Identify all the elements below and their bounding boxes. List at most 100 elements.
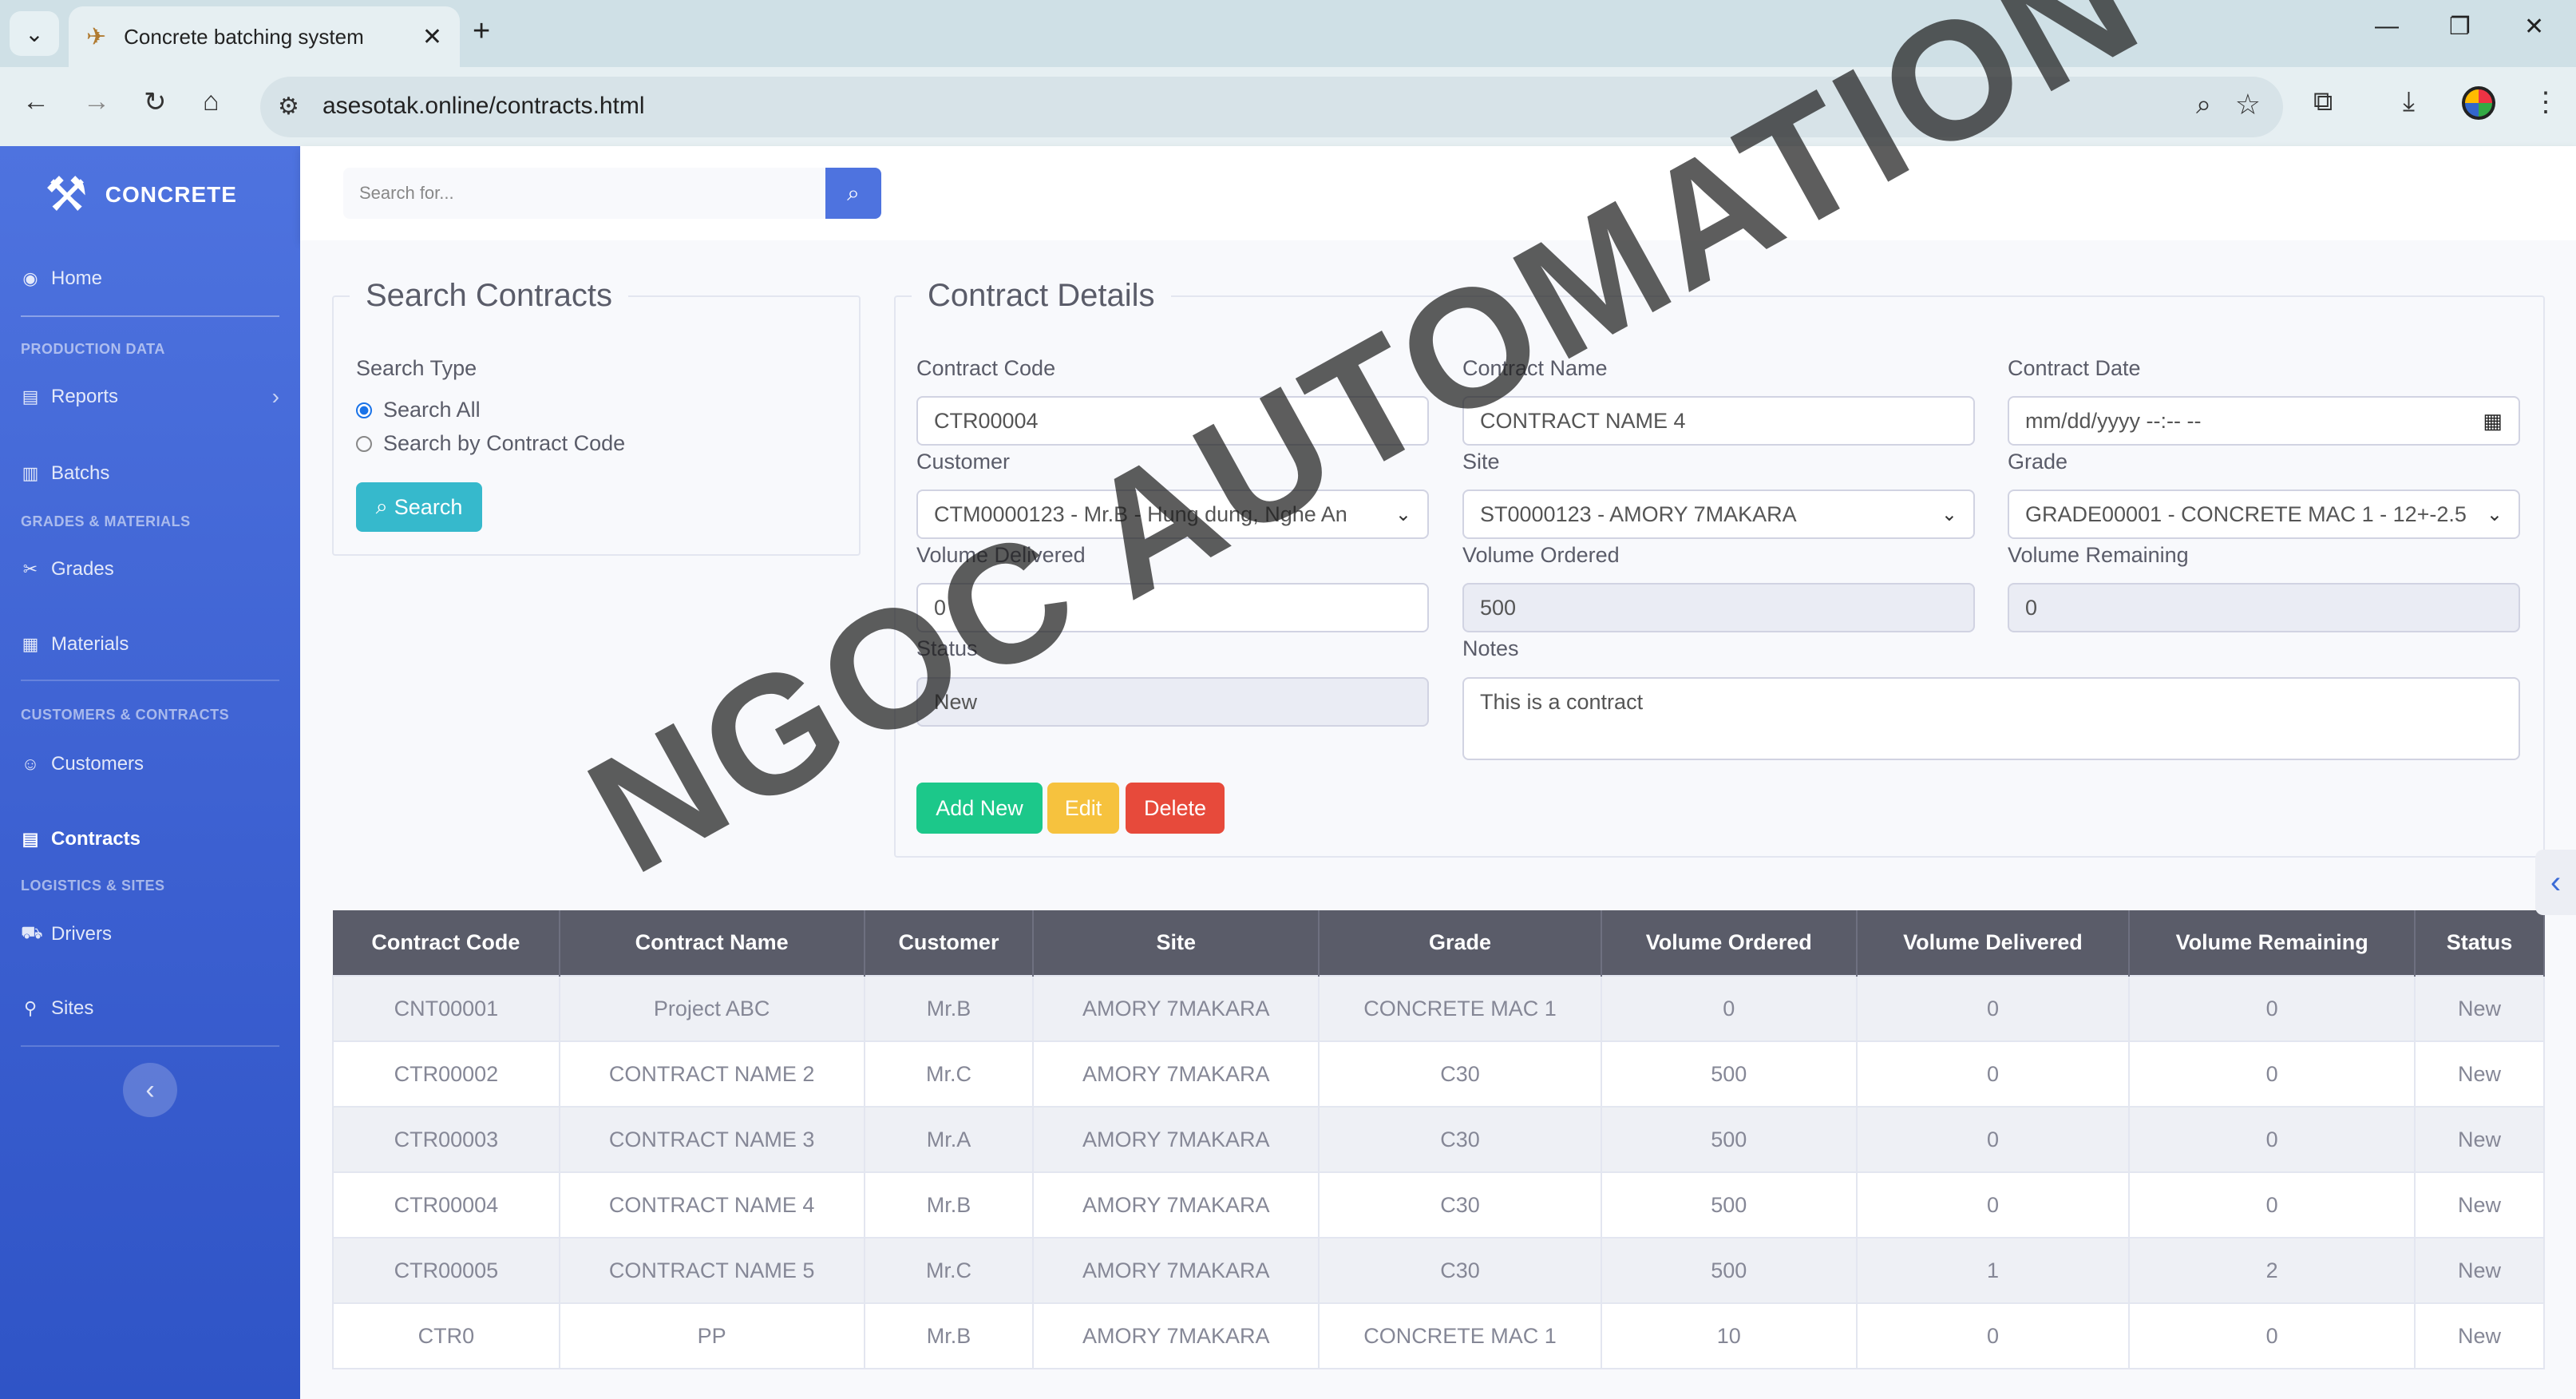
table-cell: New [2414,1040,2545,1108]
sidebar-item-label: Home [51,268,103,289]
table-row[interactable]: CTR00005 CONTRACT NAME 5 Mr.C AMORY 7MAKARA… [332,1237,2545,1304]
sidebar-item-home[interactable]: ◉ Home [21,268,102,290]
table-cell: C30 [1318,1040,1602,1108]
table-row[interactable]: CNT00001 Project ABC Mr.B AMORY 7MAKARA CONC… [332,975,2545,1042]
table-cell: 500 [1600,1237,1858,1304]
column-header[interactable]: Volume Delivered [1856,910,2131,976]
column-header[interactable]: Customer [864,910,1035,976]
sidebar-item-drivers[interactable]: ⛟ Drivers [21,922,112,945]
radio-search-all[interactable]: Search All [356,398,481,422]
column-header[interactable]: Contract Code [333,910,560,976]
table-cell: 0 [2128,1171,2416,1238]
column-header[interactable]: Volume Remaining [2129,910,2416,976]
minimize-icon[interactable]: — [2375,13,2399,40]
site-selected: ST0000123 - AMORY 7MAKARA [1480,501,1797,526]
add-new-button[interactable]: Add New [916,783,1043,834]
calendar-icon[interactable]: ▦ [2483,409,2503,434]
tab-strip: ⌄ ✈ Concrete batching system ✕ + — ❐ ✕ [0,0,2576,67]
reload-icon[interactable]: ↻ [144,86,167,118]
brand-logo-icon: ⚒ [45,168,88,221]
notes-textarea[interactable]: This is a contract [1462,677,2520,760]
radio-label: Search All [383,398,481,422]
table-cell: 0 [2128,1040,2416,1108]
browser-menu-icon[interactable]: ⋮ [2532,86,2559,118]
sidebar-item-contracts[interactable]: ▤ Contracts [21,828,140,850]
column-header[interactable]: Site [1033,910,1320,976]
sidebar-heading: PRODUCTION DATA [21,341,165,357]
table-row[interactable]: CTR00002 CONTRACT NAME 2 Mr.C AMORY 7MAKARA… [332,1040,2545,1108]
extensions-icon[interactable]: ⧉ [2313,86,2333,117]
site-select[interactable]: ST0000123 - AMORY 7MAKARA ⌄ [1462,489,1975,539]
customer-select[interactable]: CTM0000123 - Mr.B - Hung dung, Nghe An ⌄ [916,489,1429,539]
column-header[interactable]: Status [2415,910,2545,976]
sidebar-item-label: Contracts [51,828,141,850]
table-row[interactable]: CTR0 PP Mr.B AMORY 7MAKARA CONCRETE MAC 1 10 0… [332,1302,2545,1369]
table-cell: CONCRETE MAC 1 [1318,1302,1602,1369]
home-icon[interactable]: ⌂ [203,86,220,117]
volume-remaining-label: Volume Remaining [2008,543,2189,567]
tab-search-button[interactable]: ⌄ [10,11,59,56]
brand[interactable]: ⚒ CONCRETE [45,167,237,223]
chevron-down-icon: ⌄ [2486,503,2503,525]
sidebar-item-customers[interactable]: ☺ Customers [21,753,144,775]
search-panel-legend: Search Contracts [366,278,613,313]
edit-button[interactable]: Edit [1047,783,1119,834]
table-cell: AMORY 7MAKARA [1032,1040,1320,1108]
sidebar-toggle-button[interactable]: ‹ [123,1063,177,1117]
sidebar-item-materials[interactable]: ▦ Materials [21,633,129,656]
restore-icon[interactable]: ❐ [2449,13,2471,41]
table-cell: 0 [1855,1040,2131,1108]
new-tab-button[interactable]: + [473,14,490,49]
download-icon[interactable]: ⤓ [2403,86,2415,117]
chevron-down-icon: ⌄ [25,21,44,46]
address-bar[interactable]: ⚙ asesotak.online/contracts.html ⌕ ☆ [260,77,2283,137]
contract-name-field[interactable]: CONTRACT NAME 4 [1462,396,1975,446]
table-row[interactable]: CTR00004 CONTRACT NAME 4 Mr.B AMORY 7MAKARA… [332,1171,2545,1238]
side-panel-toggle[interactable]: ‹ [2535,850,2576,915]
contract-code-field[interactable]: CTR00004 [916,396,1429,446]
chevron-left-icon: ‹ [2550,864,2562,900]
contract-date-field[interactable]: mm/dd/yyyy --:-- -- ▦ [2008,396,2520,446]
status-field: New [916,677,1429,727]
browser-tab[interactable]: ✈ Concrete batching system ✕ [69,6,460,67]
site-label: Site [1462,450,1500,474]
back-icon[interactable]: ← [22,86,49,117]
table-cell: Mr.B [863,975,1035,1042]
column-header[interactable]: Grade [1319,910,1602,976]
table-row[interactable]: CTR00003 CONTRACT NAME 3 Mr.A AMORY 7MAKARA… [332,1106,2545,1173]
volume-remaining-field: 0 [2008,583,2520,632]
site-info-icon[interactable]: ⚙ [278,93,299,121]
grade-select[interactable]: GRADE00001 - CONCRETE MAC 1 - 12+-2.5 ⌄ [2008,489,2520,539]
table-cell: AMORY 7MAKARA [1032,1171,1320,1238]
table-cell: CONCRETE MAC 1 [1318,975,1602,1042]
radio-search-by-code[interactable]: Search by Contract Code [356,431,625,456]
chevron-right-icon: › [271,384,279,409]
sidebar-item-sites[interactable]: ⚲ Sites [21,997,93,1020]
topbar-search-button[interactable]: ⌕ [825,168,881,219]
url-text[interactable]: asesotak.online/contracts.html [322,93,645,120]
table-cell: AMORY 7MAKARA [1032,1302,1320,1369]
column-header[interactable]: Volume Ordered [1601,910,1858,976]
zoom-icon[interactable]: ⌕ [2196,89,2211,121]
radio-checked-icon [356,402,372,418]
topbar-search-input[interactable]: Search for... [343,168,827,219]
bookmark-star-icon[interactable]: ☆ [2235,88,2261,121]
window-close-icon[interactable]: ✕ [2524,13,2544,41]
sidebar-item-batchs[interactable]: ▥ Batchs [21,462,110,485]
search-button[interactable]: ⌕ Search [356,482,482,532]
profile-avatar[interactable] [2462,86,2495,120]
browser-chrome: ⌄ ✈ Concrete batching system ✕ + — ❐ ✕ ←… [0,0,2576,146]
sidebar-item-reports[interactable]: ▤ Reports › [21,384,279,409]
volume-ordered-label: Volume Ordered [1462,543,1620,567]
tab-close-icon[interactable]: ✕ [422,23,442,51]
table-cell: 2 [2128,1237,2416,1304]
file-icon: ▤ [22,829,39,849]
delete-button[interactable]: Delete [1126,783,1225,834]
volume-delivered-field[interactable]: 0 [916,583,1429,632]
table-cell: AMORY 7MAKARA [1032,1237,1320,1304]
forward-icon[interactable]: → [83,86,110,117]
sidebar-item-label: Sites [51,997,94,1019]
column-header[interactable]: Contract Name [559,910,865,976]
favicon-icon: ✈ [86,23,107,50]
sidebar-item-grades[interactable]: ✂ Grades [21,558,114,581]
